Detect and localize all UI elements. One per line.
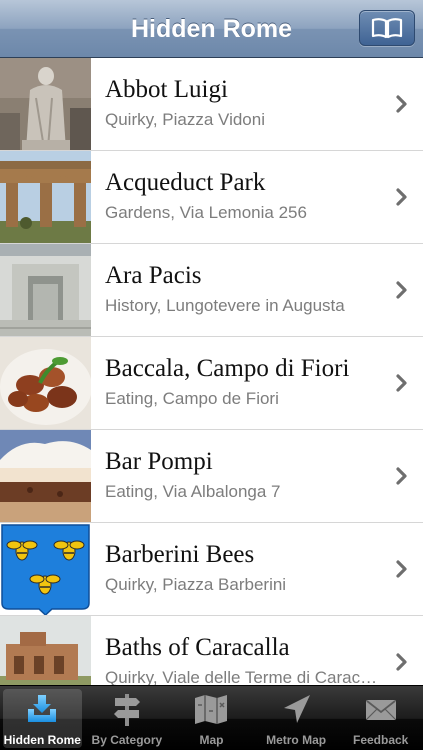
chevron-right-icon	[396, 467, 407, 485]
tab-label: Metro Map	[266, 733, 327, 747]
tab-by-category[interactable]: By Category	[85, 686, 170, 750]
tab-bar: Hidden Rome By Category Map Metro Map Fe…	[0, 685, 423, 750]
place-detail: Eating, Via Albalonga 7	[105, 482, 281, 501]
place-thumbnail	[0, 151, 91, 243]
place-row[interactable]: Acqueduct Park Gardens, Via Lemonia 256	[0, 151, 423, 244]
tab-label: Map	[199, 733, 224, 747]
navigation-bar: Hidden Rome	[0, 0, 423, 58]
place-row[interactable]: Abbot Luigi Quirky, Piazza Vidoni	[0, 58, 423, 151]
place-thumbnail	[0, 58, 91, 150]
chevron-right-icon	[396, 95, 407, 113]
book-icon	[371, 18, 403, 39]
guide-book-button[interactable]	[359, 10, 415, 46]
place-detail: Gardens, Via Lemonia 256	[105, 203, 307, 222]
chevron-right-icon	[396, 560, 407, 578]
place-name: Abbot Luigi	[105, 76, 228, 103]
place-name: Acqueduct Park	[105, 169, 266, 196]
tab-map[interactable]: Map	[169, 686, 254, 750]
place-detail: Quirky, Piazza Barberini	[105, 575, 287, 594]
place-name: Baccala, Campo di Fiori	[105, 355, 350, 382]
app-screen: Hidden Rome Abbot Luigi Quirky, Piazza V…	[0, 0, 423, 750]
tab-feedback[interactable]: Feedback	[338, 686, 423, 750]
place-row[interactable]: Bar Pompi Eating, Via Albalonga 7	[0, 430, 423, 523]
chevron-right-icon	[396, 281, 407, 299]
folded-map-icon	[195, 695, 228, 724]
chevron-right-icon	[396, 188, 407, 206]
download-tray-icon	[28, 695, 57, 722]
place-row[interactable]: Ara Pacis History, Lungotevere in August…	[0, 244, 423, 337]
place-detail: Eating, Campo de Fiori	[105, 389, 279, 408]
place-row[interactable]: Barberini Bees Quirky, Piazza Barberini	[0, 523, 423, 616]
signpost-icon	[113, 694, 140, 726]
place-name: Ara Pacis	[105, 262, 202, 289]
tab-label: By Category	[91, 733, 163, 747]
place-thumbnail	[0, 523, 91, 615]
chevron-right-icon	[396, 653, 407, 671]
place-name: Bar Pompi	[105, 448, 213, 475]
place-thumbnail	[0, 430, 91, 522]
places-list[interactable]: Abbot Luigi Quirky, Piazza Vidoni Acqued…	[0, 58, 423, 685]
location-arrow-icon	[284, 695, 311, 723]
place-detail: Quirky, Viale delle Terme di Caracalla	[105, 668, 383, 685]
tab-hidden-rome[interactable]: Hidden Rome	[0, 686, 85, 750]
chevron-right-icon	[396, 374, 407, 392]
place-row[interactable]: Baths of Caracalla Quirky, Viale delle T…	[0, 616, 423, 685]
place-detail: History, Lungotevere in Augusta	[105, 296, 345, 315]
place-thumbnail	[0, 244, 91, 336]
place-name: Barberini Bees	[105, 541, 255, 568]
place-detail: Quirky, Piazza Vidoni	[105, 110, 265, 129]
place-row[interactable]: Baccala, Campo di Fiori Eating, Campo de…	[0, 337, 423, 430]
place-name: Baths of Caracalla	[105, 634, 290, 661]
place-thumbnail	[0, 337, 91, 429]
place-thumbnail	[0, 616, 91, 685]
envelope-icon	[365, 700, 396, 720]
tab-label: Hidden Rome	[3, 733, 81, 747]
tab-label: Feedback	[352, 733, 409, 747]
tab-metro-map[interactable]: Metro Map	[254, 686, 339, 750]
